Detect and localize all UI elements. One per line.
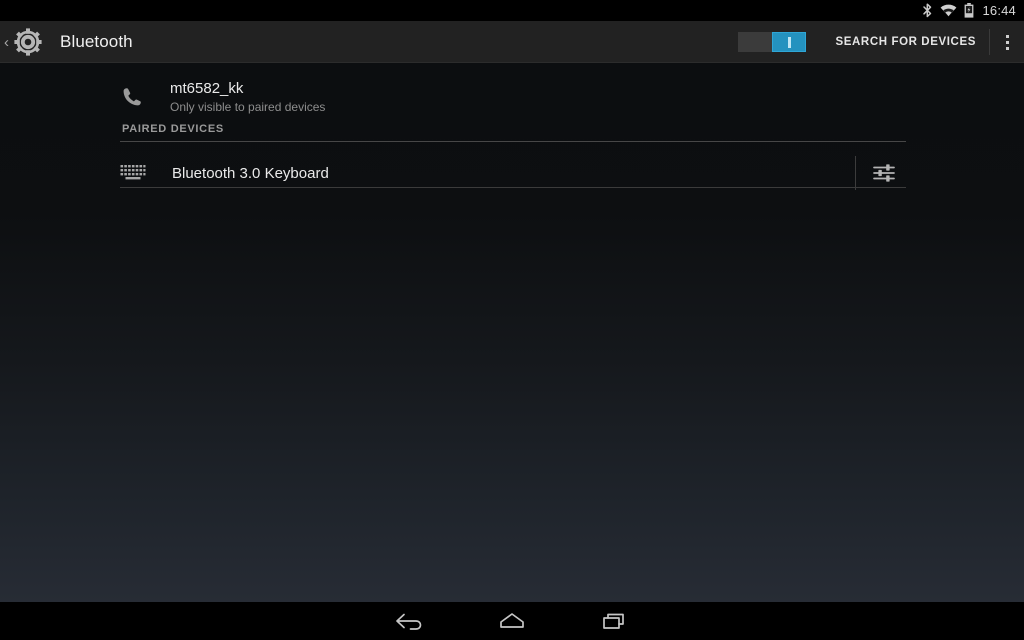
android-screen: 16:44 ‹ Bluetooth SEARCH FOR DEVICES mt6…	[0, 0, 1024, 640]
overflow-dot	[1005, 34, 1009, 38]
page-title: Bluetooth	[60, 32, 133, 51]
list-item-label: Bluetooth 3.0 Keyboard	[172, 164, 329, 182]
search-for-devices-button[interactable]: SEARCH FOR DEVICES	[822, 21, 989, 63]
content-area: mt6582_kk Only visible to paired devices…	[0, 63, 1024, 602]
settings-gear-icon	[10, 24, 46, 60]
chevron-left-icon: ‹	[4, 33, 9, 51]
keyboard-icon	[120, 164, 166, 182]
overflow-dot	[1005, 40, 1009, 44]
local-device-text: mt6582_kk Only visible to paired devices	[170, 79, 325, 116]
back-nav-icon[interactable]	[360, 602, 460, 640]
action-bar: ‹ Bluetooth SEARCH FOR DEVICES	[0, 21, 1024, 63]
recents-nav-icon[interactable]	[564, 602, 664, 640]
overflow-menu-button[interactable]	[990, 21, 1024, 63]
status-bar: 16:44	[0, 0, 1024, 21]
status-bar-clock: 16:44	[982, 3, 1016, 18]
local-device-row[interactable]: mt6582_kk Only visible to paired devices	[120, 71, 906, 123]
toggle-thumb-on	[772, 32, 807, 52]
local-device-subtitle: Only visible to paired devices	[170, 99, 326, 114]
bluetooth-status-icon	[922, 3, 933, 18]
navigation-bar	[0, 602, 1024, 640]
phone-icon	[120, 85, 164, 109]
wifi-status-icon	[940, 4, 957, 18]
list-item-divider	[855, 156, 856, 190]
paired-devices-divider	[120, 141, 906, 142]
overflow-dot	[1005, 46, 1009, 50]
local-device-name: mt6582_kk	[170, 79, 244, 97]
battery-status-icon	[964, 3, 974, 18]
toggle-track-off	[738, 32, 773, 52]
sliders-settings-icon[interactable]	[862, 151, 906, 195]
list-item-bottom-divider	[120, 187, 906, 188]
up-navigation-button[interactable]: ‹	[0, 21, 52, 63]
home-nav-icon[interactable]	[462, 602, 562, 640]
list-item[interactable]: Bluetooth 3.0 Keyboard	[120, 146, 906, 200]
paired-devices-header: PAIRED DEVICES	[122, 123, 224, 135]
bluetooth-toggle[interactable]	[738, 32, 807, 52]
